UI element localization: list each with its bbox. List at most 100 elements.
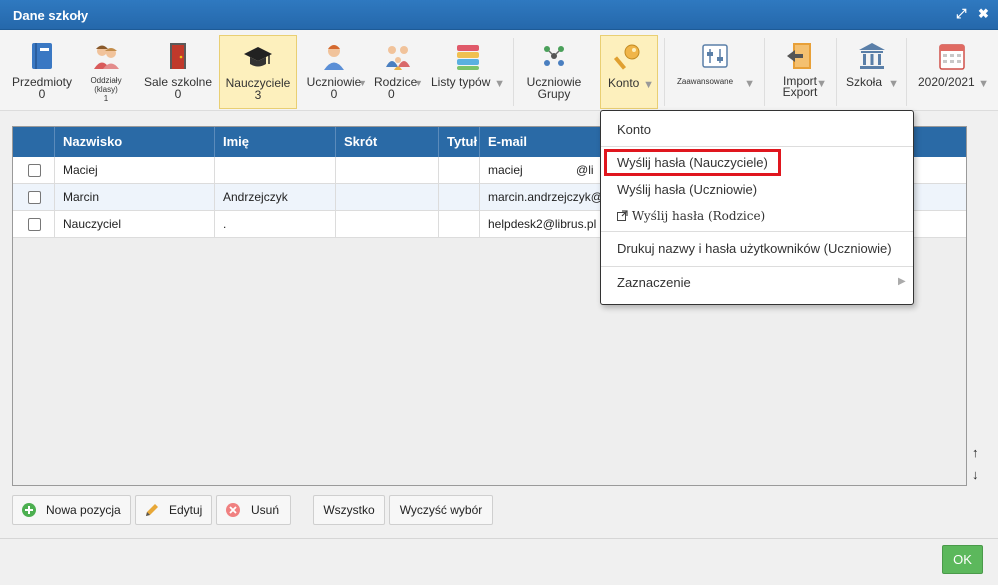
toolbar-count: 1: [103, 94, 109, 103]
toolbar-sale[interactable]: Sale szkolne 0: [140, 35, 216, 109]
cell-nazwisko: Maciej: [55, 157, 215, 183]
toolbar-count: 0: [38, 87, 46, 101]
toolbar-separator: [764, 38, 765, 106]
toolbar-label-line2: Export: [782, 85, 818, 99]
school-building-icon: [859, 43, 885, 69]
dropdown-arrow-icon[interactable]: ▼: [978, 78, 989, 90]
toolbar-count: 3: [254, 88, 262, 102]
select-all-column[interactable]: [13, 127, 55, 157]
layers-icon: [457, 45, 479, 70]
close-icon[interactable]: ✖: [978, 6, 989, 22]
pencil-icon: [146, 504, 158, 516]
book-icon: [32, 43, 52, 69]
cell-email: helpdesk2@librus.pl: [480, 211, 620, 237]
toolbar-count: 0: [388, 87, 395, 101]
toolbar-oddzialy[interactable]: Oddziały (klasy) 1: [82, 35, 130, 109]
toolbar-szkola[interactable]: Szkoła ▼: [842, 35, 902, 109]
menu-item-send-students[interactable]: Wyślij hasła (Uczniowie): [617, 182, 757, 197]
cell-imie: [215, 157, 336, 183]
calendar-icon: [939, 44, 965, 70]
toolbar-label: Listy typów: [431, 75, 491, 89]
delete-button[interactable]: Usuń: [216, 495, 291, 525]
cell-imie: Andrzejczyk: [215, 184, 336, 210]
dropdown-arrow-icon[interactable]: ▼: [888, 78, 899, 90]
toolbar-konto[interactable]: Konto ▼: [600, 35, 658, 109]
cell-email: maciej @li: [480, 157, 620, 183]
row-checkbox[interactable]: [28, 218, 41, 231]
menu-item-konto[interactable]: Konto: [617, 122, 651, 137]
scroll-down-icon[interactable]: ↓: [972, 464, 979, 486]
konto-dropdown-menu: Konto Wyślij hasła (Nauczyciele) Wyślij …: [600, 110, 914, 305]
cell-email: marcin.andrzejczyk@: [480, 184, 620, 210]
toolbar-uczniowie[interactable]: Uczniowie 0 ▼: [300, 35, 368, 109]
toolbar-listy-typow[interactable]: Listy typów ▼: [428, 35, 508, 109]
column-nazwisko[interactable]: Nazwisko: [55, 127, 215, 157]
new-item-button[interactable]: Nowa pozycja: [12, 495, 131, 525]
menu-item-print-names[interactable]: Drukuj nazwy i hasła użytkowników (Uczni…: [617, 241, 892, 256]
dropdown-arrow-icon[interactable]: ▼: [816, 78, 827, 90]
toolbar-count: 0: [330, 87, 338, 101]
toolbar-separator: [836, 38, 837, 106]
external-link-icon: [617, 210, 628, 221]
dropdown-arrow-icon[interactable]: ▼: [494, 78, 505, 90]
menu-item-selection[interactable]: Zaznaczenie: [617, 275, 691, 290]
edit-button[interactable]: Edytuj: [135, 495, 212, 525]
family-icon: [386, 46, 410, 70]
toolbar-label: Oddziały: [90, 76, 122, 85]
cell-nazwisko: Nauczyciel: [55, 211, 215, 237]
group-arrows-icon: [544, 46, 564, 66]
toolbar-separator: [664, 38, 665, 106]
column-email[interactable]: E-mail: [480, 127, 620, 157]
cell-skrot: [336, 157, 439, 183]
toolbar: Przedmioty 0 Oddziały (klasy) 1 Sale szkoln…: [0, 30, 998, 111]
toolbar-school-year[interactable]: 2020/2021 ▼: [912, 35, 992, 109]
dropdown-arrow-icon[interactable]: ▼: [358, 78, 367, 88]
toolbar-label: Konto: [608, 76, 640, 90]
window-titlebar: Dane szkoły ⤢ ✖: [0, 0, 998, 30]
toolbar-uczniowie-grupy[interactable]: Uczniowie Grupy: [519, 35, 589, 109]
cell-skrot: [336, 184, 439, 210]
clear-selection-button[interactable]: Wyczyść wybór: [389, 495, 493, 525]
toolbar-rodzice[interactable]: Rodzice 0 ▼: [371, 35, 425, 109]
scroll-controls: ↑ ↓: [972, 442, 979, 486]
toolbar-label-line2: Grupy: [537, 87, 571, 101]
ok-button[interactable]: OK: [942, 545, 983, 574]
toolbar-zaawansowane[interactable]: Zaawansowane ▼: [672, 35, 758, 109]
key-icon: [614, 44, 640, 70]
highlight-box: [604, 149, 781, 176]
column-skrot[interactable]: Skrót: [336, 127, 439, 157]
students-group-icon: [94, 45, 119, 69]
sliders-icon: [702, 44, 728, 68]
footer-divider: [0, 538, 998, 539]
dropdown-arrow-icon[interactable]: ▼: [744, 78, 755, 90]
menu-divider: [601, 266, 913, 267]
toolbar-label: Szkoła: [846, 75, 883, 89]
cell-skrot: [336, 211, 439, 237]
graduation-cap-icon: [244, 47, 272, 67]
toolbar-przedmioty[interactable]: Przedmioty 0: [6, 35, 78, 109]
row-checkbox[interactable]: [28, 191, 41, 204]
toolbar-label: 2020/2021: [918, 75, 975, 89]
scroll-up-icon[interactable]: ↑: [972, 442, 979, 464]
import-export-icon: [787, 43, 811, 69]
toolbar-import-export[interactable]: Import Export ▼: [770, 35, 830, 109]
column-imie[interactable]: Imię: [215, 127, 336, 157]
cell-imie: .: [215, 211, 336, 237]
delete-circle-icon: [226, 503, 240, 517]
dropdown-arrow-icon[interactable]: ▼: [643, 79, 654, 91]
plus-circle-icon: [22, 503, 36, 517]
submenu-arrow-icon: ▶: [898, 276, 906, 287]
delete-label: Usuń: [251, 503, 280, 517]
menu-item-send-parents-label: Wyślij hasła (Rodzice): [631, 209, 766, 223]
row-checkbox[interactable]: [28, 164, 41, 177]
cell-nazwisko: Marcin: [55, 184, 215, 210]
toolbar-nauczyciele[interactable]: Nauczyciele 3: [219, 35, 297, 109]
student-icon: [324, 45, 344, 70]
expand-icon[interactable]: ⤢: [956, 6, 966, 22]
toolbar-separator: [513, 38, 514, 106]
column-tytul[interactable]: Tytuł: [439, 127, 480, 157]
window-title: Dane szkoły: [13, 8, 89, 23]
menu-item-send-parents[interactable]: Wyślij hasła (Rodzice): [617, 209, 765, 223]
dropdown-arrow-icon[interactable]: ▼: [414, 78, 423, 88]
select-all-button[interactable]: Wszystko: [313, 495, 385, 525]
